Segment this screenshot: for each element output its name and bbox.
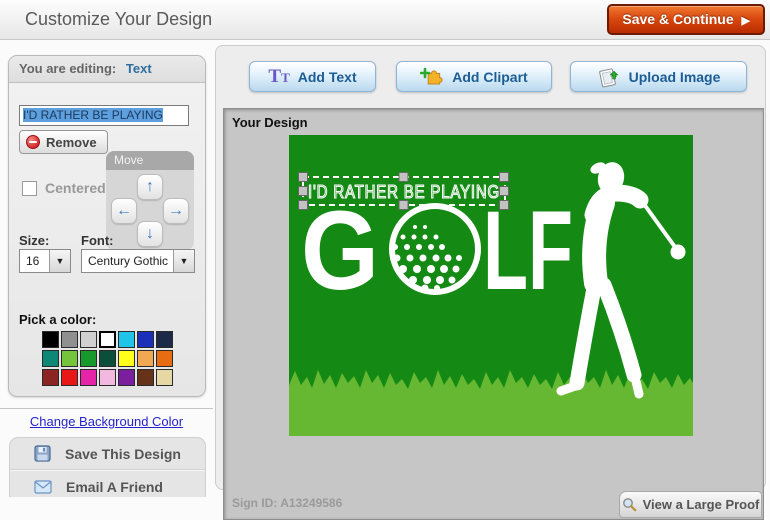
color-swatch[interactable] xyxy=(137,331,154,348)
save-disk-icon xyxy=(34,445,51,462)
centered-row: Centered xyxy=(22,180,106,196)
editing-panel: You are editing: Text I'D RATHER BE PLAY… xyxy=(8,55,206,397)
color-swatch[interactable] xyxy=(137,369,154,386)
color-swatch[interactable] xyxy=(118,350,135,367)
color-grid xyxy=(42,331,176,386)
email-friend-item[interactable]: Email A Friend xyxy=(10,471,205,502)
arrow-left-icon: ← xyxy=(116,202,132,219)
page-title: Customize Your Design xyxy=(25,0,212,39)
design-canvas[interactable]: G LF xyxy=(289,135,693,436)
save-design-item[interactable]: Save This Design xyxy=(10,438,205,469)
color-swatch[interactable] xyxy=(42,369,59,386)
centered-label: Centered xyxy=(45,180,106,196)
add-text-button[interactable]: TT Add Text xyxy=(249,61,376,92)
color-swatch[interactable] xyxy=(99,369,116,386)
forward-arrow-icon: ▶ xyxy=(742,15,750,27)
move-up-button[interactable]: ↑ xyxy=(137,174,163,200)
add-clipart-label: Add Clipart xyxy=(452,69,527,85)
color-swatch[interactable] xyxy=(61,331,78,348)
pick-color-label: Pick a color: xyxy=(19,312,96,327)
color-swatch[interactable] xyxy=(118,369,135,386)
view-proof-button[interactable]: View a Large Proof xyxy=(619,491,762,518)
editing-label: You are editing: xyxy=(19,61,116,76)
save-design-label: Save This Design xyxy=(65,446,181,462)
move-pad-title: Move xyxy=(106,151,194,170)
email-friend-label: Email A Friend xyxy=(66,479,163,495)
sign-id: Sign ID: A13249586 xyxy=(232,496,342,510)
centered-checkbox[interactable] xyxy=(22,181,37,196)
color-swatch[interactable] xyxy=(99,350,116,367)
sign-id-value: A13249586 xyxy=(280,496,342,510)
upload-image-button[interactable]: Upload Image xyxy=(570,61,747,92)
move-left-button[interactable]: ← xyxy=(111,198,137,224)
font-select[interactable]: Century Gothic ▼ xyxy=(81,249,195,273)
color-swatch[interactable] xyxy=(80,369,97,386)
move-right-button[interactable]: → xyxy=(163,198,189,224)
save-continue-button[interactable]: Save & Continue ▶ xyxy=(607,4,765,35)
size-label: Size: xyxy=(19,233,49,248)
remove-icon xyxy=(26,135,40,149)
color-swatch[interactable] xyxy=(156,331,173,348)
editing-header: You are editing: Text xyxy=(9,56,205,83)
arrow-down-icon: ↓ xyxy=(146,225,154,242)
text-input[interactable]: I'D RATHER BE PLAYING xyxy=(19,105,189,126)
color-swatch[interactable] xyxy=(156,350,173,367)
color-swatch[interactable] xyxy=(42,331,59,348)
main-panel: TT Add Text Add Clipart Upload Image You… xyxy=(215,45,766,490)
move-pad: Move ↑ ← → ↓ xyxy=(106,151,194,250)
color-swatch[interactable] xyxy=(61,350,78,367)
upload-icon xyxy=(597,66,621,88)
design-preview-panel: Your Design G LF xyxy=(223,108,764,520)
font-value: Century Gothic xyxy=(82,254,173,268)
chevron-down-icon: ▼ xyxy=(49,250,70,272)
arrow-up-icon: ↑ xyxy=(146,178,154,195)
design-panel-title: Your Design xyxy=(232,115,308,130)
color-swatch[interactable] xyxy=(137,350,154,367)
design-text-overlay: I'D RATHER BE PLAYING xyxy=(308,182,500,202)
sidebar-menu: Save This Design Email A Friend xyxy=(9,437,206,497)
text-tt-icon: TT xyxy=(268,67,289,86)
magnifier-icon xyxy=(622,497,637,512)
remove-label: Remove xyxy=(46,135,97,150)
upload-image-label: Upload Image xyxy=(629,69,721,85)
golf-letters-lf: LF xyxy=(483,188,573,313)
top-bar: Customize Your Design Save & Continue ▶ xyxy=(0,0,770,40)
arrow-right-icon: → xyxy=(168,202,184,219)
size-value: 16 xyxy=(20,254,49,268)
puzzle-icon xyxy=(420,66,444,88)
email-icon xyxy=(34,480,52,494)
add-text-label: Add Text xyxy=(298,69,357,85)
sign-id-label: Sign ID: xyxy=(232,496,277,510)
editing-target: Text xyxy=(126,61,152,76)
color-swatch[interactable] xyxy=(80,350,97,367)
text-input-value: I'D RATHER BE PLAYING xyxy=(23,108,163,122)
save-continue-label: Save & Continue xyxy=(622,11,733,27)
view-proof-label: View a Large Proof xyxy=(643,497,760,512)
golf-letter-g: G xyxy=(301,188,379,313)
chevron-down-icon: ▼ xyxy=(173,250,194,272)
color-swatch[interactable] xyxy=(80,331,97,348)
size-select[interactable]: 16 ▼ xyxy=(19,249,71,273)
add-clipart-button[interactable]: Add Clipart xyxy=(396,61,552,92)
color-swatch[interactable] xyxy=(61,369,78,386)
change-background-link[interactable]: Change Background Color xyxy=(0,414,213,429)
font-label: Font: xyxy=(81,233,113,248)
color-swatch[interactable] xyxy=(99,331,116,348)
color-swatch[interactable] xyxy=(42,350,59,367)
sidebar-divider xyxy=(0,408,213,409)
move-down-button[interactable]: ↓ xyxy=(137,221,163,247)
color-swatch[interactable] xyxy=(118,331,135,348)
color-swatch[interactable] xyxy=(156,369,173,386)
remove-button[interactable]: Remove xyxy=(19,130,108,154)
